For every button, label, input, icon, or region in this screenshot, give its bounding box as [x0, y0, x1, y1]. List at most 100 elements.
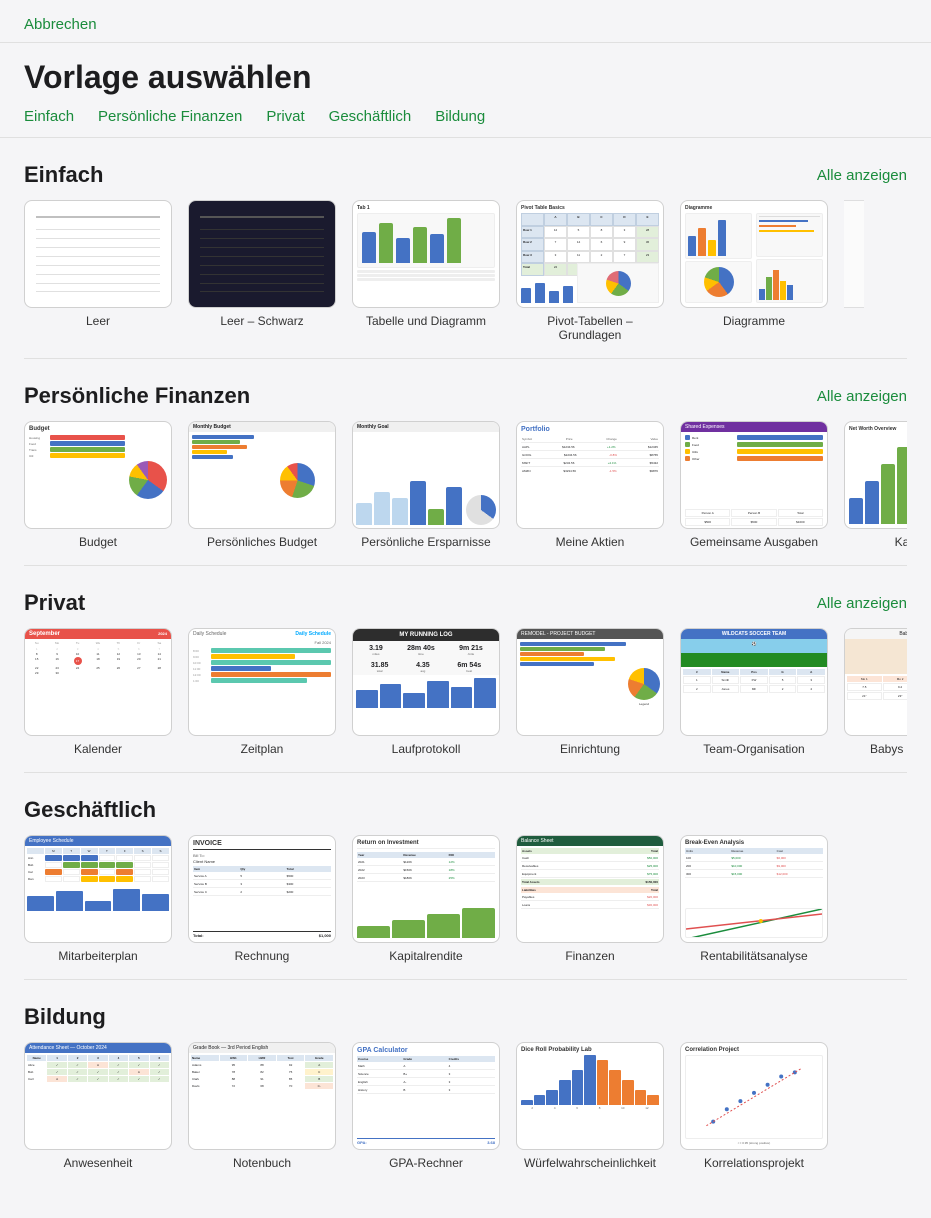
nav-privat[interactable]: Privat: [266, 108, 304, 125]
template-baby[interactable]: Baby's First Year 👶 Mo 1 Mo 2 Mo 3 Mo 4 …: [844, 628, 907, 756]
template-leer-schwarz[interactable]: Leer – Schwarz: [188, 200, 336, 342]
template-zeitplan[interactable]: Daily Schedule Daily Schedule Fall 2024 …: [188, 628, 336, 756]
template-wuerfel[interactable]: Dice Roll Probability Lab: [516, 1042, 664, 1170]
template-kapitalrendite-thumb: Return on Investment Year Revenue ROI 20…: [352, 835, 500, 943]
show-all-pf[interactable]: Alle anzeigen: [817, 388, 907, 405]
template-leer-thumb: [24, 200, 172, 308]
nav-persoenliche-finanzen[interactable]: Persönliche Finanzen: [98, 108, 242, 125]
section-einfach: Einfach Alle anzeigen: [24, 162, 907, 350]
template-rentabilitaet-label: Rentabilitätsanalyse: [700, 949, 807, 963]
geschaeftlich-templates-row: Employee Schedule M T W T F S S: [24, 835, 907, 971]
show-all-privat[interactable]: Alle anzeigen: [817, 595, 907, 612]
nav-einfach[interactable]: Einfach: [24, 108, 74, 125]
pf-templates-row: Budget Housing Food: [24, 421, 907, 557]
template-rechnung[interactable]: INVOICE Bill To: Client Name Item Qty To…: [188, 835, 336, 963]
template-einrichtung-thumb: REMODEL - PROJECT BUDGET: [516, 628, 664, 736]
template-gpa-thumb: GPA Calculator Course Grade Credits Math…: [352, 1042, 500, 1150]
template-zeitplan-thumb: Daily Schedule Daily Schedule Fall 2024 …: [188, 628, 336, 736]
template-aktien[interactable]: Portfolio Symbol Price Change Value AAPL…: [516, 421, 664, 549]
template-pers-budget-label: Persönliches Budget: [207, 535, 317, 549]
template-pers-budget-thumb: Monthly Budget: [188, 421, 336, 529]
nav-geschaeftlich[interactable]: Geschäftlich: [329, 108, 412, 125]
template-kapital[interactable]: Net Worth Overview Kapital...: [844, 421, 907, 549]
einfach-templates-row: Leer: [24, 200, 907, 350]
top-bar: Abbrechen: [0, 0, 931, 43]
template-kalender[interactable]: September 2024 Su Mo Tu We Th Fr: [24, 628, 172, 756]
template-korrelation-label: Korrelationsprojekt: [704, 1156, 804, 1170]
template-leer[interactable]: Leer: [24, 200, 172, 342]
template-finanzen-label: Finanzen: [565, 949, 614, 963]
show-all-einfach[interactable]: Alle anzeigen: [817, 167, 907, 184]
template-budget-thumb: Budget Housing Food: [24, 421, 172, 529]
template-einrichtung-label: Einrichtung: [560, 742, 620, 756]
template-anwesenheit-thumb: Attendance Sheet — October 2024 Name 1 2…: [24, 1042, 172, 1150]
template-pivot[interactable]: Pivot Table Basics A B C D E Row 1 12 5: [516, 200, 664, 342]
template-pivot-thumb: Pivot Table Basics A B C D E Row 1 12 5: [516, 200, 664, 308]
template-mitarbeiterplan-thumb: Employee Schedule M T W T F S S: [24, 835, 172, 943]
template-leer-label: Leer: [86, 314, 110, 328]
template-ersparnisse-thumb: Monthly Goal: [352, 421, 500, 529]
template-wuerfel-thumb: Dice Roll Probability Lab: [516, 1042, 664, 1150]
template-rechnung-label: Rechnung: [235, 949, 290, 963]
template-aktien-thumb: Portfolio Symbol Price Change Value AAPL…: [516, 421, 664, 529]
bildung-templates-row: Attendance Sheet — October 2024 Name 1 2…: [24, 1042, 907, 1178]
template-kapital-label: Kapital...: [895, 535, 907, 549]
template-baby-thumb: Baby's First Year 👶 Mo 1 Mo 2 Mo 3 Mo 4 …: [844, 628, 907, 736]
template-gpa-label: GPA-Rechner: [389, 1156, 463, 1170]
template-budget[interactable]: Budget Housing Food: [24, 421, 172, 549]
template-tabelle-diagramm-label: Tabelle und Diagramm: [366, 314, 486, 328]
cancel-button[interactable]: Abbrechen: [24, 16, 97, 33]
template-mitarbeiterplan[interactable]: Employee Schedule M T W T F S S: [24, 835, 172, 963]
template-notenbuch[interactable]: Grade Book — 3rd Period English Name HW1…: [188, 1042, 336, 1170]
template-korrelation[interactable]: Correlation Project: [680, 1042, 828, 1170]
template-ersparnisse-label: Persönliche Ersparnisse: [361, 535, 490, 549]
template-einrichtung[interactable]: REMODEL - PROJECT BUDGET: [516, 628, 664, 756]
template-tabelle-diagramm[interactable]: Tab 1: [352, 200, 500, 342]
template-anwesenheit[interactable]: Attendance Sheet — October 2024 Name 1 2…: [24, 1042, 172, 1170]
category-nav: Einfach Persönliche Finanzen Privat Gesc…: [0, 104, 931, 138]
template-einfach-partial-thumb: [844, 200, 864, 308]
section-einfach-title: Einfach: [24, 162, 103, 188]
template-finanzen[interactable]: Balance Sheet AssetsTotal Cash$50,000 Re…: [516, 835, 664, 963]
template-korrelation-thumb: Correlation Project: [680, 1042, 828, 1150]
section-pf-title: Persönliche Finanzen: [24, 383, 250, 409]
template-laufprotokoll-label: Laufprotokoll: [392, 742, 461, 756]
template-pers-budget[interactable]: Monthly Budget: [188, 421, 336, 549]
template-wuerfel-label: Würfelwahrscheinlichkeit: [524, 1156, 656, 1170]
template-aktien-label: Meine Aktien: [556, 535, 625, 549]
template-team[interactable]: WILDCATS SOCCER TEAM ⚽ # Name Pos G A: [680, 628, 828, 756]
template-tabelle-diagramm-thumb: Tab 1: [352, 200, 500, 308]
template-einfach-partial[interactable]: [844, 200, 864, 342]
privat-templates-row: September 2024 Su Mo Tu We Th Fr: [24, 628, 907, 764]
nav-bildung[interactable]: Bildung: [435, 108, 485, 125]
template-ausgaben[interactable]: Shared Expenses Rent Food: [680, 421, 828, 549]
template-leer-schwarz-label: Leer – Schwarz: [220, 314, 303, 328]
section-persoenliche-finanzen: Persönliche Finanzen Alle anzeigen Budge…: [24, 383, 907, 557]
template-team-label: Team-Organisation: [703, 742, 804, 756]
template-laufprotokoll[interactable]: MY RUNNING LOG 3.19 miles 28m 40s time: [352, 628, 500, 756]
section-geschaeftlich-title: Geschäftlich: [24, 797, 156, 823]
template-budget-label: Budget: [79, 535, 117, 549]
template-laufprotokoll-thumb: MY RUNNING LOG 3.19 miles 28m 40s time: [352, 628, 500, 736]
template-diagramme[interactable]: Diagramme: [680, 200, 828, 342]
section-bildung: Bildung Attendance Sheet — October 2024 …: [24, 1004, 907, 1178]
template-diagramme-label: Diagramme: [723, 314, 785, 328]
template-kalender-label: Kalender: [74, 742, 122, 756]
template-kapitalrendite[interactable]: Return on Investment Year Revenue ROI 20…: [352, 835, 500, 963]
template-finanzen-thumb: Balance Sheet AssetsTotal Cash$50,000 Re…: [516, 835, 664, 943]
page-title: Vorlage auswählen: [0, 43, 931, 104]
template-pivot-label: Pivot-Tabellen – Grundlagen: [516, 314, 664, 342]
template-ersparnisse[interactable]: Monthly Goal: [352, 421, 500, 549]
template-rentabilitaet[interactable]: Break-Even Analysis UnitsRevenueCost 100…: [680, 835, 828, 963]
template-anwesenheit-label: Anwesenheit: [64, 1156, 133, 1170]
template-ausgaben-thumb: Shared Expenses Rent Food: [680, 421, 828, 529]
template-ausgaben-label: Gemeinsame Ausgaben: [690, 535, 818, 549]
template-notenbuch-label: Notenbuch: [233, 1156, 291, 1170]
template-zeitplan-label: Zeitplan: [241, 742, 284, 756]
template-rechnung-thumb: INVOICE Bill To: Client Name Item Qty To…: [188, 835, 336, 943]
template-rentabilitaet-thumb: Break-Even Analysis UnitsRevenueCost 100…: [680, 835, 828, 943]
main-content: Einfach Alle anzeigen: [0, 162, 931, 1178]
template-gpa[interactable]: GPA Calculator Course Grade Credits Math…: [352, 1042, 500, 1170]
section-privat: Privat Alle anzeigen September 2024 Su: [24, 590, 907, 764]
template-kapitalrendite-label: Kapitalrendite: [389, 949, 462, 963]
